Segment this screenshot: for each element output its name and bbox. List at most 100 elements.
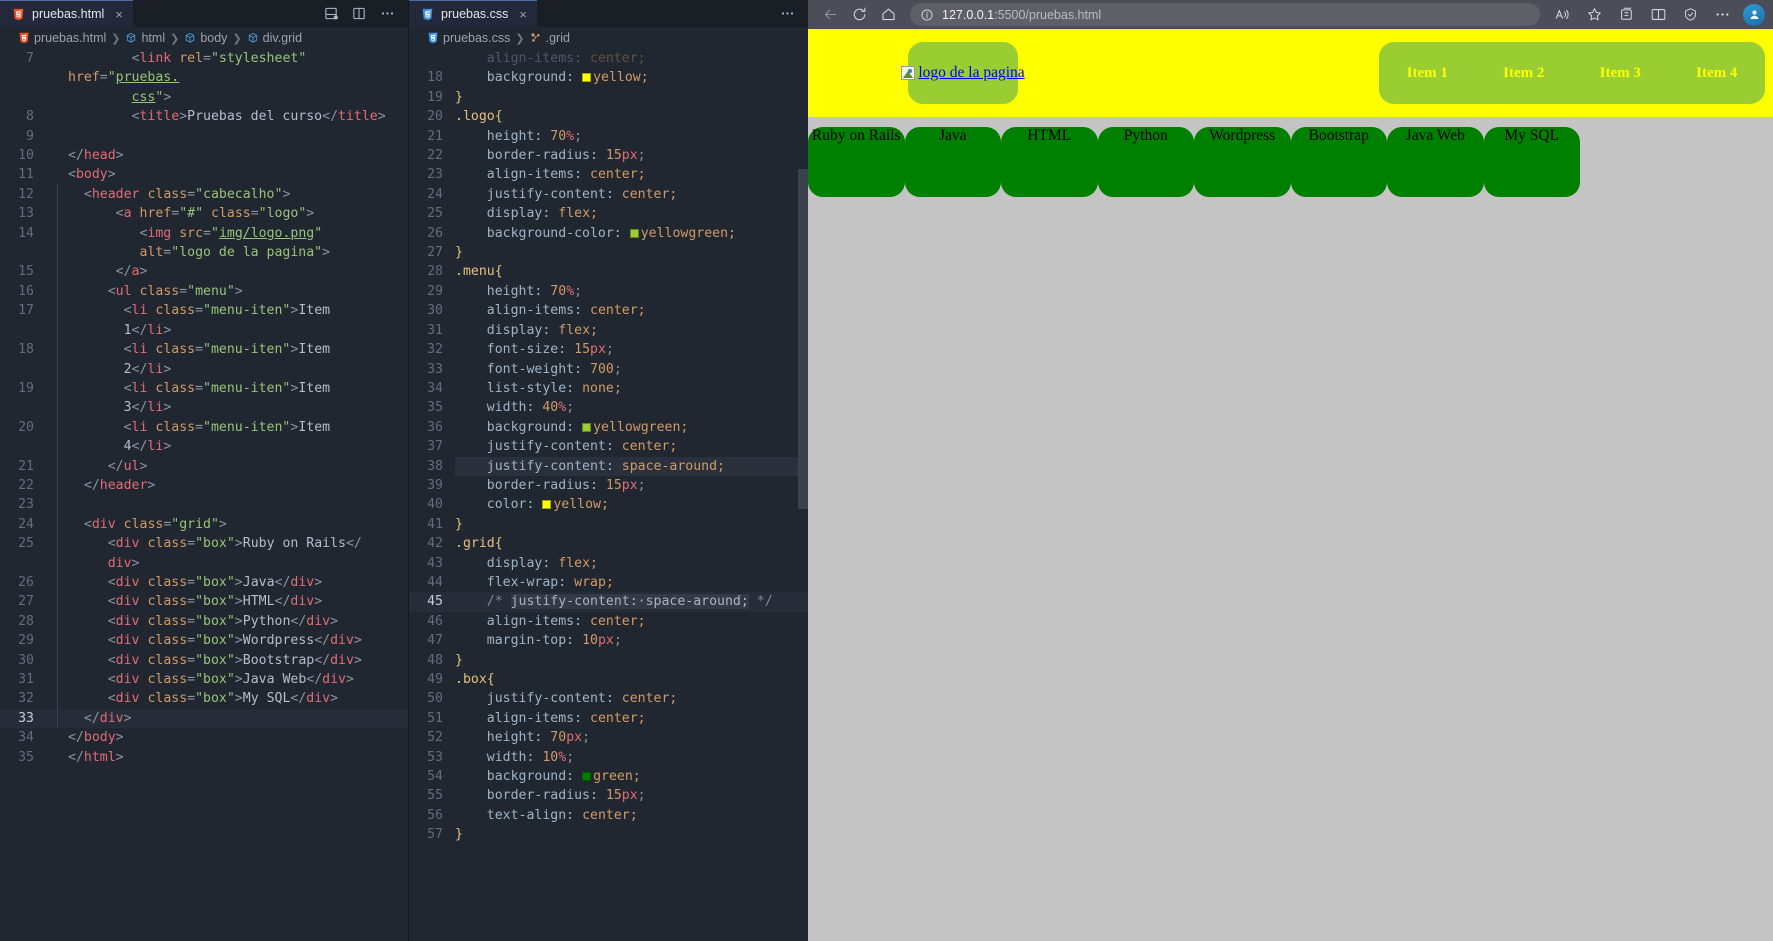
url-path: :5500/pruebas.html	[994, 7, 1102, 22]
code-editor-css[interactable]: align-items: center; 18 background: yell…	[409, 49, 808, 941]
code-editor-html[interactable]: 7 <link rel="stylesheet" href="pruebas. …	[0, 49, 408, 941]
info-icon[interactable]	[920, 8, 934, 22]
code-text: <ul class="menu">	[107, 283, 243, 299]
code-line: 31 display: flex;	[409, 321, 808, 340]
breadcrumb-label: div.grid	[262, 31, 303, 45]
page-grid: Ruby on Rails Java HTML Python Wordpress…	[808, 127, 1773, 197]
code-text: <div class="box">Java Web</div>	[107, 672, 354, 687]
code-text: justify-content: center;	[486, 439, 678, 455]
code-text: list-style: none;	[486, 380, 622, 396]
breadcrumb-label: pruebas.css	[443, 31, 511, 45]
line-number: 42	[427, 536, 443, 552]
line-number: 51	[427, 710, 443, 726]
tabbar-spacer	[133, 0, 318, 27]
menu-item[interactable]: Item 2	[1503, 65, 1544, 82]
line-number: 36	[427, 419, 443, 435]
tab-label: pruebas.html	[32, 7, 105, 21]
breadcrumb-file[interactable]: pruebas.html	[18, 31, 106, 45]
color-swatch-yellowgreen	[582, 422, 592, 432]
code-text: <a href="#" class="logo">	[115, 206, 315, 222]
address-bar[interactable]: 127.0.0.1:5500/pruebas.html	[910, 3, 1540, 26]
tabbar-html: pruebas.html ×	[0, 0, 408, 27]
symbol-field-icon	[184, 32, 196, 44]
toolbar-right-actions	[1547, 2, 1765, 27]
code-line: 49 .box{	[409, 670, 808, 689]
editor-scrollbar[interactable]	[798, 169, 808, 509]
line-number: 31	[18, 672, 34, 687]
more-actions-icon[interactable]	[380, 6, 395, 21]
code-text: <li class="menu-iten">Item	[123, 419, 331, 435]
code-line: 22 border-radius: 15px;	[409, 146, 808, 165]
line-number: 45	[427, 594, 443, 610]
color-swatch-yellow	[542, 500, 552, 510]
code-text: <title>Pruebas del curso</title>	[131, 109, 386, 125]
code-text: </a>	[115, 264, 148, 280]
indent-guides	[46, 320, 68, 341]
code-line: 39 border-radius: 15px;	[409, 476, 808, 495]
tab-pruebas-html[interactable]: pruebas.html ×	[0, 0, 133, 27]
code-text: 4</li>	[123, 439, 172, 455]
symbol-field-icon	[247, 32, 259, 44]
code-text: /* justify-content:·space-around; */	[486, 594, 773, 610]
menu-item[interactable]: Item 4	[1696, 65, 1737, 82]
indent-guides	[46, 534, 68, 554]
code-text: css">	[131, 89, 172, 105]
split-editor-down-icon[interactable]	[324, 6, 339, 21]
profile-avatar-icon[interactable]	[1743, 3, 1765, 26]
line-number: 35	[427, 400, 443, 416]
code-line: 16 <ul class="menu">	[0, 281, 408, 302]
code-text: display: flex;	[486, 322, 598, 338]
line-number: 29	[18, 633, 34, 649]
code-line: 27}	[409, 243, 808, 262]
indent-guides	[46, 475, 68, 496]
code-text: </div>	[83, 710, 132, 726]
code-line: 21 height: 70%;	[409, 127, 808, 146]
code-text: font-size: 15px;	[486, 342, 614, 358]
browser-toolbar: 127.0.0.1:5500/pruebas.html	[808, 0, 1773, 29]
collections-icon[interactable]	[1611, 2, 1641, 27]
code-text: <div class="box">Wordpress</div>	[107, 633, 362, 649]
breadcrumb-css-rule[interactable]: .grid	[530, 31, 570, 45]
code-line: 34 list-style: none;	[409, 379, 808, 398]
reload-icon[interactable]	[845, 2, 874, 27]
back-arrow-icon[interactable]	[816, 2, 845, 27]
code-line: 29 <div class="box">Wordpress</div>	[0, 631, 408, 652]
menu-item[interactable]: Item 3	[1600, 65, 1641, 82]
browser-essentials-icon[interactable]	[1675, 2, 1705, 27]
code-text: <li class="menu-iten">Item	[123, 342, 331, 358]
close-icon[interactable]: ×	[519, 8, 527, 21]
line-number: 30	[427, 303, 443, 319]
line-number: 26	[18, 574, 34, 590]
more-actions-icon[interactable]	[780, 6, 795, 21]
read-aloud-icon[interactable]	[1547, 2, 1577, 27]
settings-more-icon[interactable]	[1707, 2, 1737, 27]
star-icon[interactable]	[1579, 2, 1609, 27]
close-icon[interactable]: ×	[115, 8, 123, 21]
logo-link[interactable]: logo de la pagina	[901, 42, 1025, 104]
code-text: }	[455, 89, 463, 105]
line-number: 12	[18, 186, 34, 202]
line-number: 37	[427, 439, 443, 455]
menu-item[interactable]: Item 1	[1407, 65, 1448, 82]
code-text: border-radius: 15px;	[486, 148, 646, 164]
code-line: 26 <div class="box">Java</div>	[0, 572, 408, 593]
split-editor-right-icon[interactable]	[352, 6, 367, 21]
breadcrumb-file[interactable]: pruebas.css	[427, 31, 510, 45]
line-number: 48	[427, 652, 443, 668]
indent-guides	[46, 146, 68, 165]
editor-pane-html: pruebas.html × pruebas.html ❯ html ❯ bod…	[0, 0, 408, 941]
breadcrumb-div-grid[interactable]: div.grid	[247, 31, 302, 45]
tab-pruebas-css[interactable]: pruebas.css ×	[409, 0, 537, 27]
indent-guides	[46, 378, 68, 399]
split-screen-icon[interactable]	[1643, 2, 1673, 27]
breadcrumb-body-tag[interactable]: body	[184, 31, 227, 45]
indent-guides	[46, 514, 68, 535]
indent-guides	[46, 359, 68, 380]
code-line-active: 45 /* justify-content:·space-around; */	[409, 592, 808, 612]
home-icon[interactable]	[874, 2, 903, 27]
breadcrumb-html-tag[interactable]: html	[125, 31, 165, 45]
breadcrumb-label: body	[200, 31, 228, 45]
code-text: <div class="box">Ruby on Rails</	[107, 536, 362, 552]
code-text: justify-content: space-around;	[455, 456, 808, 476]
code-line: 24 justify-content: center;	[409, 185, 808, 204]
